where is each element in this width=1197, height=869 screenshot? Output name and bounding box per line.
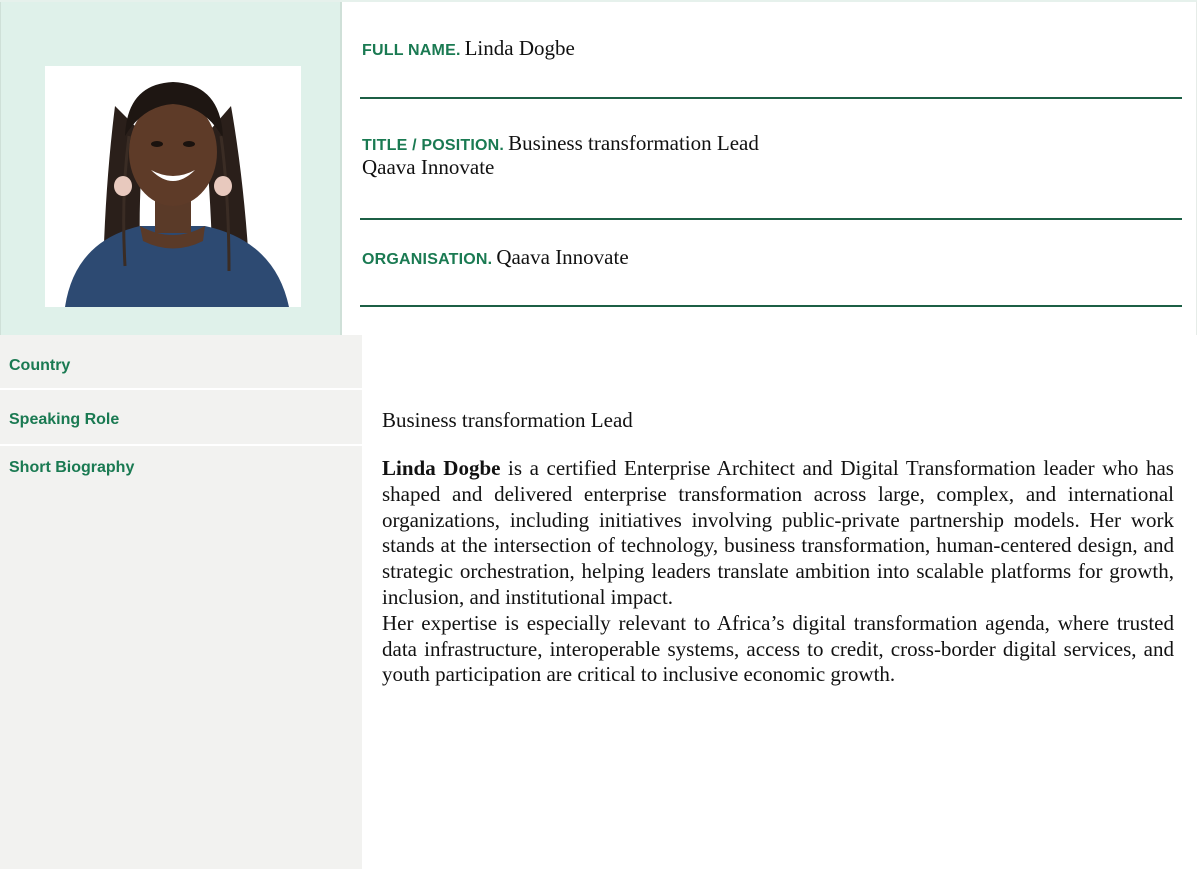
short-biography-text: Linda Dogbe is a certified Enterprise Ar… — [382, 456, 1174, 688]
organisation-label: ORGANISATION. — [362, 251, 493, 268]
bio-paragraph-1-text: is a certified Enterprise Architect and … — [382, 456, 1174, 609]
speaker-photo — [45, 66, 301, 307]
title-value-line2: Qaava Innovate — [362, 155, 495, 179]
speaking-role-label: Speaking Role — [9, 411, 120, 428]
title-label: TITLE / POSITION. — [362, 137, 505, 154]
bio-paragraph-2: Her expertise is especially relevant to … — [382, 610, 1174, 687]
title-value: Business transformation Lead — [508, 131, 759, 155]
short-biography-label: Short Biography — [9, 459, 135, 476]
country-label: Country — [9, 357, 71, 374]
speaker-profile-card: FULL NAME. Linda Dogbe TITLE / POSITION.… — [0, 0, 1197, 869]
speaking-role-value: Business transformation Lead — [382, 408, 633, 432]
organisation-row: ORGANISATION. Qaava Innovate — [360, 220, 1182, 307]
photo-cell — [0, 2, 342, 337]
full-name-row: FULL NAME. Linda Dogbe — [360, 2, 1182, 99]
profile-header: FULL NAME. Linda Dogbe TITLE / POSITION.… — [0, 0, 1197, 337]
title-row: TITLE / POSITION. Business transformatio… — [360, 99, 1182, 220]
full-name-value: Linda Dogbe — [464, 36, 575, 60]
row-divider — [0, 444, 1197, 446]
organisation-value: Qaava Innovate — [496, 245, 629, 269]
bio-paragraph-1: Linda Dogbe is a certified Enterprise Ar… — [382, 456, 1174, 611]
row-divider — [0, 388, 1197, 390]
full-name-label: FULL NAME. — [362, 42, 461, 59]
bio-name: Linda Dogbe — [382, 456, 501, 480]
